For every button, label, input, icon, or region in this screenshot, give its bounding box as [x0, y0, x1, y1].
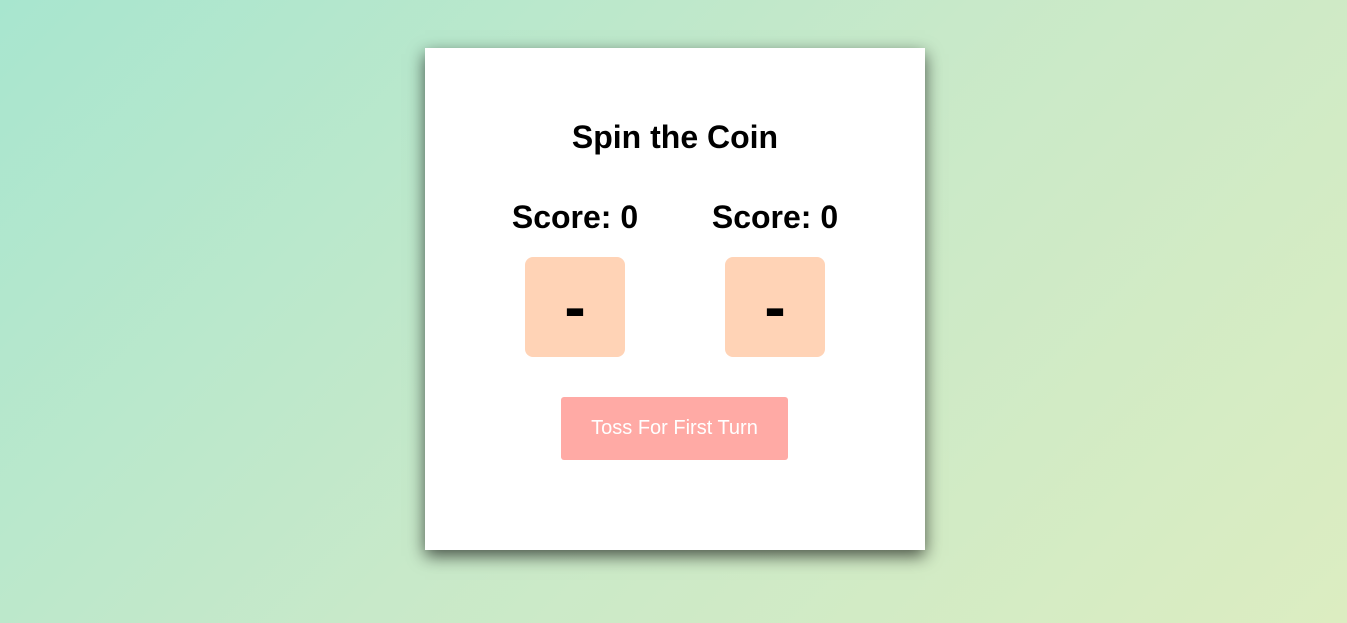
game-title: Spin the Coin [571, 119, 779, 155]
player-1-panel: Score: 0 - [475, 198, 675, 357]
player-2-panel: Score: 0 - [675, 198, 875, 357]
player-2-coin: - [725, 257, 825, 357]
player-1-score: Score: 0 [511, 199, 639, 235]
game-card: Spin the Coin Score: 0 - Score: 0 - Toss… [425, 48, 925, 550]
player-2-score: Score: 0 [711, 199, 839, 235]
player-1-coin: - [525, 257, 625, 357]
toss-first-turn-button[interactable]: Toss For First Turn [561, 397, 788, 460]
